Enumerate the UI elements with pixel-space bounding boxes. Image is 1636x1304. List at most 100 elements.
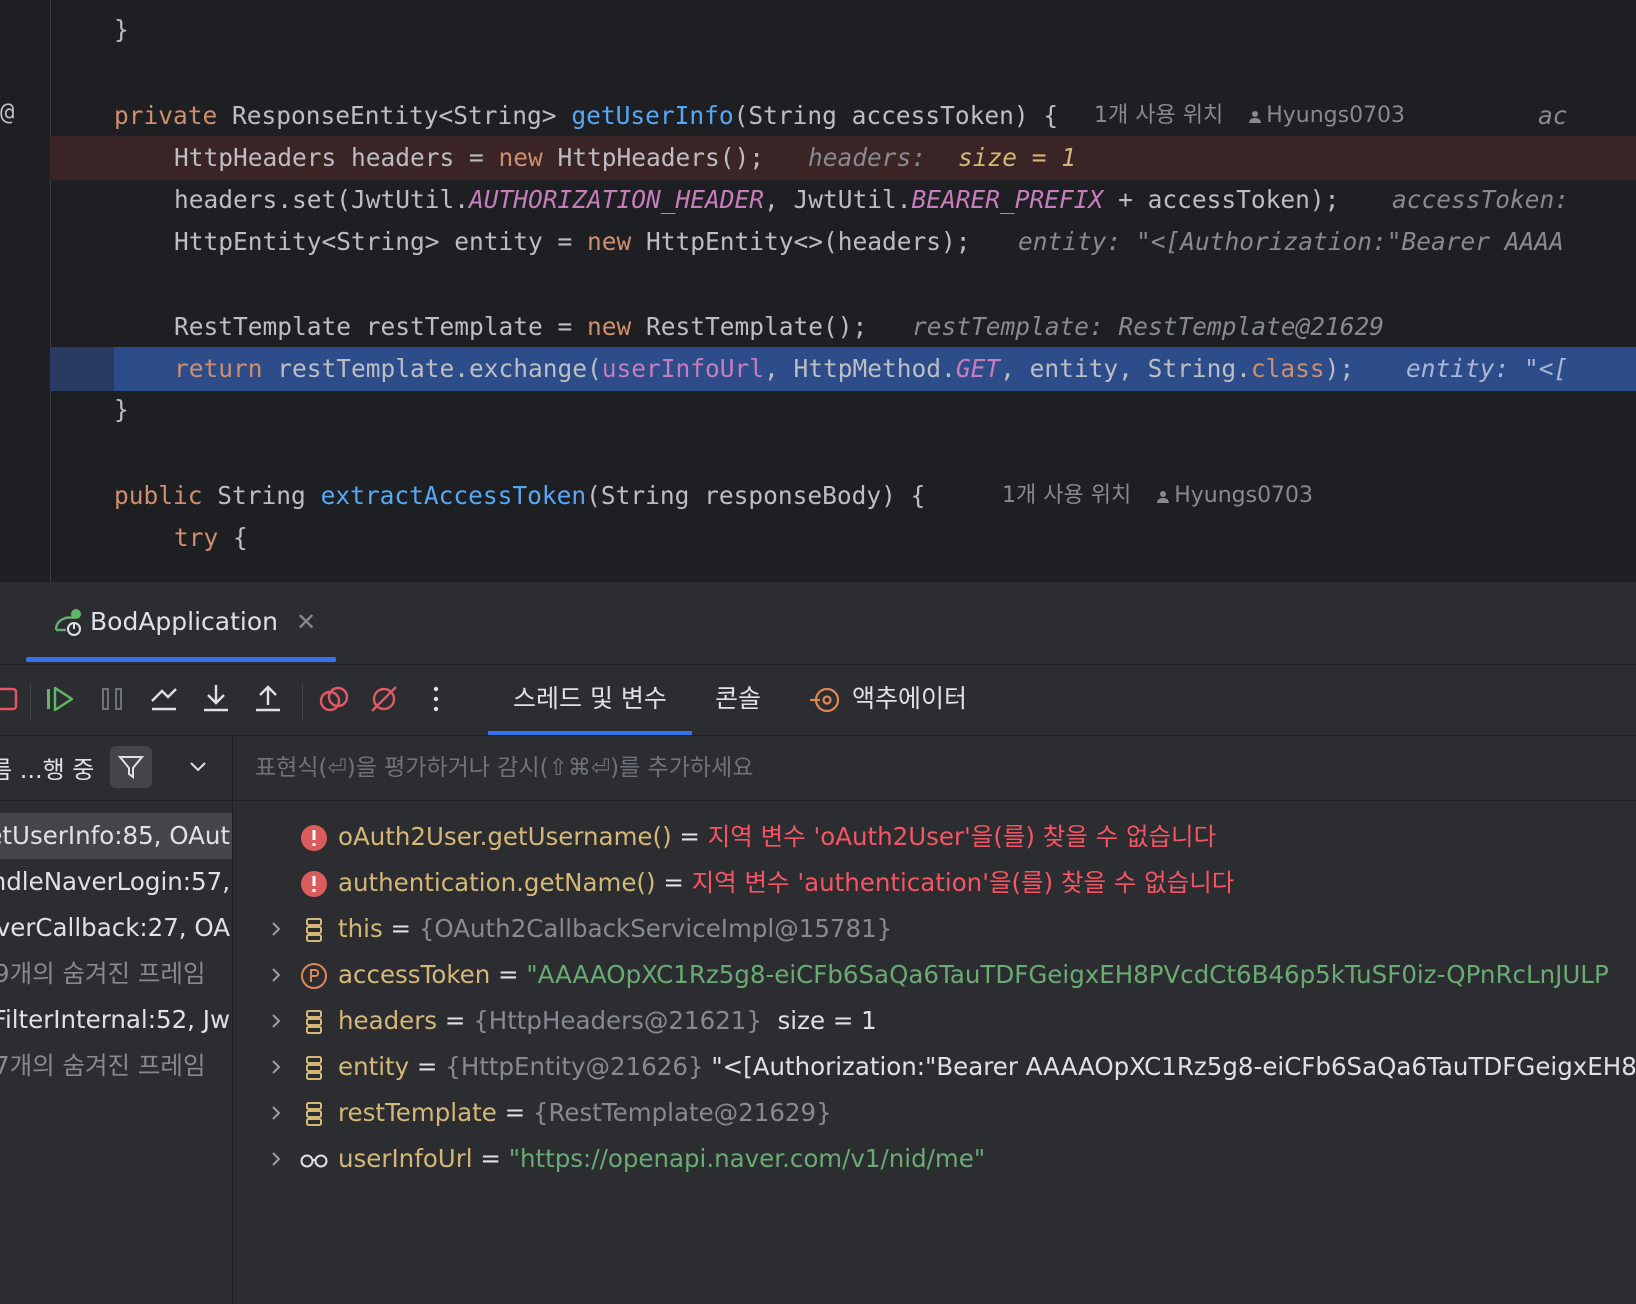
variable-row[interactable]: entity = {HttpEntity@21626} "<[Authoriza… — [233, 1044, 1636, 1090]
chevron-down-icon[interactable] — [186, 754, 210, 778]
code-text: RestTemplate(); — [631, 312, 868, 341]
code-line-method-getuserinfo[interactable]: private ResponseEntity<String> getUserIn… — [50, 94, 1636, 138]
hidden-frames-item[interactable]: 7개의 숨겨진 프레임 — [0, 1043, 232, 1089]
usages-hint[interactable]: 1개 사용 위치 Hyungs0703 — [1002, 474, 1313, 518]
resume-icon[interactable] — [40, 679, 80, 719]
frame-item[interactable]: iverCallback:27, OA — [0, 905, 232, 951]
override-gutter-icon[interactable]: @ — [0, 98, 14, 126]
author-name[interactable]: Hyungs0703 — [1174, 483, 1313, 508]
usages-count[interactable]: 1개 사용 위치 — [1002, 483, 1131, 508]
evaluate-expression-bar — [233, 736, 1636, 801]
stop-icon[interactable] — [0, 679, 26, 719]
pause-icon[interactable] — [92, 679, 132, 719]
chevron-right-icon[interactable] — [267, 1012, 285, 1030]
chevron-right-icon[interactable] — [267, 1058, 285, 1076]
toolbar-separator — [30, 683, 31, 719]
code-line[interactable]: RestTemplate restTemplate = new RestTemp… — [50, 305, 1636, 349]
closing-brace: } — [114, 395, 129, 424]
debug-session-tab[interactable]: BodApplication ✕ — [26, 582, 336, 664]
variable-value: {OAuth2CallbackServiceImpl@15781} — [418, 914, 893, 943]
variables-panel: oAuth2User.getUsername() = 지역 변수 'oAuth2… — [233, 736, 1636, 1304]
chevron-right-icon[interactable] — [267, 920, 285, 938]
new-keyword: new — [587, 227, 632, 256]
code-line[interactable]: HttpEntity<String> entity = new HttpEnti… — [50, 220, 1636, 264]
frame-item[interactable]: oFilterInternal:52, Jw — [0, 997, 232, 1043]
code-line-current-execution[interactable]: return restTemplate.exchange(userInfoUrl… — [50, 347, 1636, 391]
code-line[interactable]: } — [50, 388, 1636, 432]
spring-boot-run-icon — [54, 609, 81, 636]
error-icon — [301, 825, 327, 851]
trailing-hint: ac — [1538, 101, 1568, 130]
closing-brace: } — [114, 15, 129, 44]
mute-breakpoints-icon[interactable] — [364, 679, 404, 719]
variable-row[interactable]: this = {OAuth2CallbackServiceImpl@15781} — [233, 906, 1636, 952]
error-message: 지역 변수 'oAuth2User'을(를) 찾을 수 없습니다 — [707, 822, 1217, 851]
watch-glasses-icon — [300, 1154, 328, 1168]
chevron-right-icon[interactable] — [267, 1150, 285, 1168]
watch-row-error[interactable]: authentication.getName() = 지역 변수 'authen… — [233, 860, 1636, 906]
return-type: String — [217, 481, 306, 510]
error-icon — [301, 871, 327, 897]
usages-count[interactable]: 1개 사용 위치 — [1094, 103, 1223, 128]
variable-name: userInfoUrl — [338, 1144, 473, 1173]
tab-threads-variables[interactable]: 스레드 및 변수 — [488, 665, 692, 735]
variable-name: headers — [338, 1006, 438, 1035]
frame-item[interactable]: etUserInfo:85, OAut — [0, 813, 232, 859]
modifier-keyword: private — [114, 101, 218, 130]
return-keyword: return — [174, 354, 263, 383]
variable-name: entity — [338, 1052, 410, 1081]
session-tab-label: BodApplication — [90, 607, 279, 636]
variable-name: this — [338, 914, 383, 943]
debug-toolbar: 스레드 및 변수 콘솔 액추에이터 — [0, 665, 1636, 736]
watch-row-error[interactable]: oAuth2User.getUsername() = 지역 변수 'oAuth2… — [233, 814, 1636, 860]
chevron-right-icon[interactable] — [267, 966, 285, 984]
more-options-icon[interactable] — [416, 679, 456, 719]
close-icon[interactable]: ✕ — [296, 608, 316, 636]
chevron-right-icon[interactable] — [267, 1104, 285, 1122]
watch-expression: oAuth2User.getUsername() — [338, 822, 672, 851]
current-line-gutter — [50, 347, 114, 391]
code-text: , JwtUtil. — [764, 185, 912, 214]
hidden-frames-item[interactable]: 9개의 숨겨진 프레임 — [0, 951, 232, 997]
method-name[interactable]: extractAccessToken — [321, 481, 587, 510]
code-line-method-extractaccesstoken[interactable]: public String extractAccessToken(String … — [50, 474, 1636, 518]
variable-row[interactable]: accessToken = "AAAAOpXC1Rz5g8-eiCFb6SaQa… — [233, 952, 1636, 998]
author-name[interactable]: Hyungs0703 — [1266, 103, 1405, 128]
constant-get: GET — [955, 354, 1001, 383]
thread-selector[interactable]: 름 ...행 중 — [0, 750, 94, 785]
evaluate-expression-input[interactable] — [233, 736, 1636, 800]
new-keyword: new — [498, 143, 543, 172]
code-line[interactable]: try { — [50, 516, 1636, 560]
editor-gutter[interactable]: @ — [0, 0, 51, 582]
inline-value-hint: entity: "<[ — [1406, 354, 1569, 383]
variable-name: accessToken — [338, 960, 491, 989]
debug-session-tabs: BodApplication ✕ — [0, 582, 1636, 665]
variable-value: "AAAAOpXC1Rz5g8-eiCFb6SaQa6TauTDFGeigxEH… — [526, 960, 1609, 989]
code-line-breakpoint[interactable]: HttpHeaders headers = new HttpHeaders();… — [50, 136, 1636, 180]
code-text: HttpEntity<>(headers); — [631, 227, 971, 256]
step-out-icon[interactable] — [248, 679, 288, 719]
method-params: (String responseBody) { — [586, 481, 926, 510]
view-breakpoints-icon[interactable] — [314, 679, 354, 719]
code-editor[interactable]: @ } private ResponseEntity<String> getUs… — [0, 0, 1636, 582]
inline-value-hint: accessToken: — [1392, 185, 1570, 214]
inline-value: size = 1 — [958, 143, 1077, 172]
new-keyword: new — [587, 312, 632, 341]
variable-row[interactable]: restTemplate = {RestTemplate@21629} — [233, 1090, 1636, 1136]
modifier-keyword: public — [114, 481, 203, 510]
method-name[interactable]: getUserInfo — [571, 101, 733, 130]
variable-row[interactable]: headers = {HttpHeaders@21621} size = 1 — [233, 998, 1636, 1044]
field-user-info-url: userInfoUrl — [601, 354, 765, 383]
step-into-icon[interactable] — [196, 679, 236, 719]
object-field-icon — [306, 1056, 322, 1080]
variable-row[interactable]: userInfoUrl = "https://openapi.naver.com… — [233, 1136, 1636, 1182]
code-line[interactable]: headers.set(JwtUtil.AUTHORIZATION_HEADER… — [50, 178, 1636, 222]
usages-hint[interactable]: 1개 사용 위치 Hyungs0703 — [1094, 94, 1405, 138]
step-over-icon[interactable] — [144, 679, 184, 719]
tab-actuator[interactable]: 액추에이터 — [852, 665, 967, 735]
filter-icon[interactable] — [110, 746, 152, 788]
code-line[interactable]: } — [50, 8, 1636, 52]
active-tab-indicator — [26, 657, 336, 662]
frame-item[interactable]: andleNaverLogin:57, — [0, 859, 232, 905]
tab-console[interactable]: 콘솔 — [715, 665, 761, 735]
